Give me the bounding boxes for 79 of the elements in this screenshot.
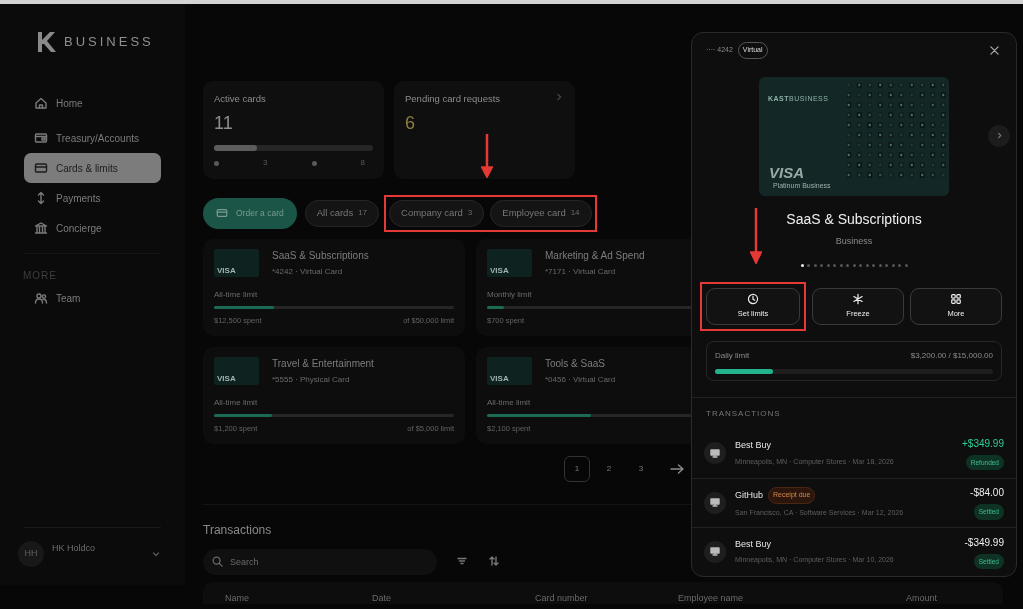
card-meta: *7171 · Virtual Card xyxy=(545,266,617,278)
order-card-button[interactable]: Order a card xyxy=(203,197,297,229)
credit-card-icon xyxy=(216,207,228,219)
bank-icon xyxy=(34,221,48,235)
column-header: Date xyxy=(372,592,392,604)
filter-chip[interactable]: All cards 17 xyxy=(304,199,380,227)
column-header: Amount xyxy=(906,592,939,604)
card-name: Marketing & Ad Spend xyxy=(545,249,645,263)
card-title: SaaS & Subscriptions xyxy=(785,210,923,230)
card-subtitle: Business xyxy=(834,235,874,249)
next-page-button[interactable] xyxy=(670,464,684,474)
search-icon xyxy=(212,555,223,567)
transaction-amount: -$349.99 xyxy=(964,535,1004,550)
transaction-amount: -$84.00 xyxy=(970,486,1004,501)
card-meta: *5555 · Physical Card xyxy=(272,374,351,386)
section-title: Transactions xyxy=(203,522,273,539)
stat-card[interactable]: Pending card requests 6 xyxy=(394,81,575,179)
clock-icon xyxy=(747,293,759,306)
monitor-icon xyxy=(710,498,720,508)
card-network-label: VISA xyxy=(490,267,509,275)
filter-chip[interactable]: Employee card 14 xyxy=(490,199,592,227)
limit-label: Monthly limit xyxy=(487,289,533,301)
stat-value: 6 xyxy=(405,112,416,136)
card-name: Tools & SaaS xyxy=(545,357,607,371)
stat-value: 11 xyxy=(214,112,234,136)
chevron-right-icon xyxy=(555,93,563,101)
close-button[interactable] xyxy=(990,45,999,55)
search-field[interactable]: Search xyxy=(203,549,437,575)
card-network-label: VISA xyxy=(217,375,236,383)
close-icon xyxy=(990,45,999,55)
team-icon xyxy=(34,291,48,305)
merchant-name: Best Buy xyxy=(735,537,772,551)
page-button[interactable]: 3 xyxy=(628,456,654,482)
credit-card-icon xyxy=(34,161,48,175)
grid-icon xyxy=(950,293,962,306)
card-meta: *0456 · Virtual Card xyxy=(545,374,616,386)
nav-item[interactable]: Home xyxy=(24,88,161,118)
card-network-label: VISA xyxy=(217,267,236,275)
column-header: Card number xyxy=(535,592,589,604)
account-name: HK Holdco xyxy=(52,542,97,556)
limit-label: All-time limit xyxy=(487,397,532,409)
column-header: Name xyxy=(225,592,250,604)
avatar: HH xyxy=(18,541,44,567)
limit-label: All-time limit xyxy=(214,397,259,409)
snowflake-icon xyxy=(852,293,864,306)
card-name: Travel & Entertainment xyxy=(272,357,374,371)
callout-arrow xyxy=(481,133,494,178)
stat-title: Pending card requests xyxy=(405,92,501,106)
wallet-icon xyxy=(34,131,48,145)
page-button[interactable]: 1 xyxy=(564,456,590,482)
card-name: SaaS & Subscriptions xyxy=(272,249,369,263)
card-network-label: VISA xyxy=(490,375,509,383)
nav-item[interactable]: Team xyxy=(24,283,161,313)
transaction-amount: +$349.99 xyxy=(962,436,1004,451)
callout-arrow xyxy=(750,207,762,264)
chevron-right-icon xyxy=(995,132,1003,139)
monitor-icon xyxy=(710,448,720,458)
brand-name: BUSINESS xyxy=(64,33,154,52)
nav-item[interactable]: Treasury/Accounts xyxy=(24,123,161,153)
nav-item[interactable]: Cards & limits xyxy=(24,153,161,183)
card-meta: *4242 · Virtual Card xyxy=(272,266,344,278)
sort-icon xyxy=(488,555,500,567)
chevron-down-icon xyxy=(151,549,161,559)
logo-icon xyxy=(38,32,56,52)
column-header: Employee name xyxy=(678,592,745,604)
stat-title: Active cards xyxy=(214,92,266,106)
limit-label: All-time limit xyxy=(214,289,259,301)
next-card-button[interactable] xyxy=(988,124,1010,147)
card-network-label: VISA xyxy=(769,164,804,180)
home-icon xyxy=(34,96,48,110)
arrow-right-icon xyxy=(670,464,684,474)
monitor-icon xyxy=(710,547,720,557)
nav-item[interactable]: Concierge xyxy=(24,213,161,243)
page-button[interactable]: 2 xyxy=(596,456,622,482)
nav-item[interactable]: Payments xyxy=(24,183,161,213)
merchant-name: GitHub xyxy=(735,488,763,502)
filter-icon xyxy=(456,555,468,567)
filter-chip[interactable]: Company card 3 xyxy=(389,199,485,227)
limit-amount: $3,200.00 / $15,000.00 xyxy=(910,349,993,362)
